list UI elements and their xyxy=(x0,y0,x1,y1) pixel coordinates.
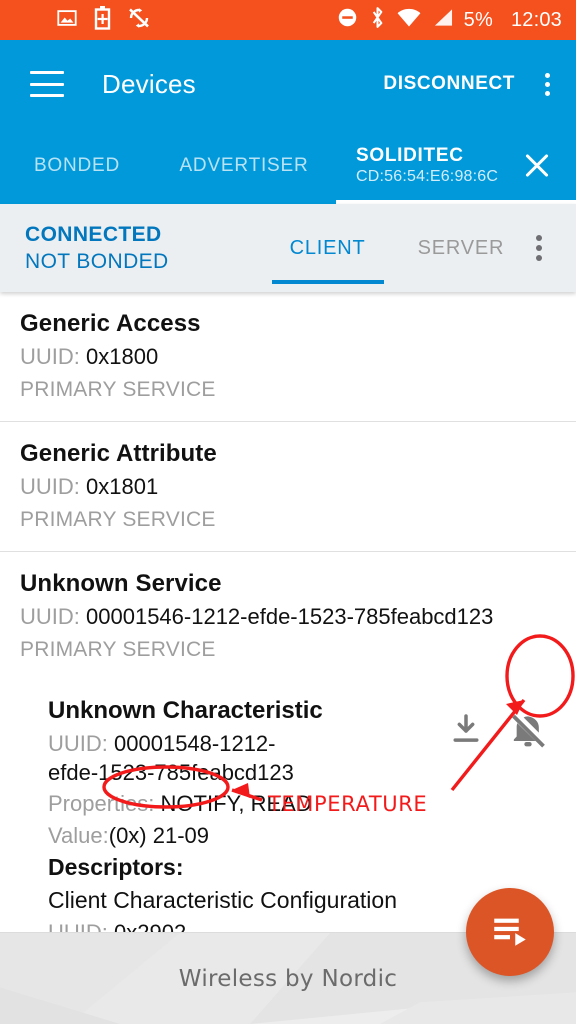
characteristic-properties-row: Properties: NOTIFY, READ xyxy=(48,789,446,818)
close-icon[interactable] xyxy=(520,149,554,183)
kebab-menu-icon[interactable] xyxy=(545,72,550,96)
tab-client[interactable]: CLIENT xyxy=(264,204,392,292)
uuid-value: 0x1801 xyxy=(86,474,159,500)
screenshot-icon xyxy=(56,7,78,34)
footer-text: Wireless by Nordic xyxy=(178,965,398,992)
descriptors-label: Descriptors: xyxy=(48,853,184,880)
descriptor-uuid-row: UUID: 0x2902 xyxy=(48,918,504,932)
status-bar: 5% 12:03 xyxy=(0,0,576,40)
descriptor-name: Client Characteristic Configuration xyxy=(48,886,397,913)
download-icon[interactable] xyxy=(446,711,486,751)
tab-device-soliditec[interactable]: SOLIDITEC CD:56:54:E6:98:6C xyxy=(334,128,576,204)
service-name: Unknown Service xyxy=(20,570,222,598)
characteristic-value-row: Value:(0x) 21-09 xyxy=(48,821,446,850)
page-title: Devices xyxy=(102,68,196,99)
app-bar: Devices DISCONNECT xyxy=(0,40,576,128)
connection-status-bar: CONNECTED NOT BONDED CLIENT SERVER xyxy=(0,204,576,292)
playlist-play-fab[interactable] xyxy=(466,888,554,976)
service-type: PRIMARY SERVICE xyxy=(20,637,216,661)
tab-device-name: SOLIDITEC xyxy=(356,144,464,166)
service-item-generic-access[interactable]: Generic Access UUID: 0x1800 PRIMARY SERV… xyxy=(0,292,576,423)
disconnect-button[interactable]: DISCONNECT xyxy=(383,73,515,95)
service-item-generic-attribute[interactable]: Generic Attribute UUID: 0x1801 PRIMARY S… xyxy=(0,422,576,553)
hamburger-icon[interactable] xyxy=(30,71,64,97)
value-label: Value: xyxy=(48,822,109,848)
characteristic-uuid-row: UUID: 00001548-1212- efde-1523-785feabcd… xyxy=(48,729,378,788)
bond-state-label: NOT BONDED xyxy=(25,250,169,273)
device-tab-bar: BONDED ADVERTISER SOLIDITEC CD:56:54:E6:… xyxy=(0,128,576,204)
uuid-value-line2: efde-1523-785feabcd123 xyxy=(48,760,294,786)
wifi-icon xyxy=(397,8,421,32)
service-uuid-row: UUID: 00001546-1212-efde-1523-785feabcd1… xyxy=(20,603,556,632)
service-type: PRIMARY SERVICE xyxy=(20,507,216,531)
service-uuid-row: UUID: 0x1801 xyxy=(20,473,556,502)
connection-state-label: CONNECTED xyxy=(25,222,162,246)
uuid-label: UUID: xyxy=(20,344,80,370)
notifications-off-icon[interactable] xyxy=(508,711,548,751)
sync-disabled-icon xyxy=(127,7,151,34)
playlist-play-icon xyxy=(489,909,531,956)
properties-value: NOTIFY, READ xyxy=(160,791,312,817)
characteristic-actions xyxy=(446,695,556,751)
uuid-value: 00001546-1212-efde-1523-785feabcd123 xyxy=(86,604,494,630)
characteristic-name: Unknown Characteristic xyxy=(48,697,323,725)
client-server-tabs: CLIENT SERVER xyxy=(264,204,531,292)
uuid-label: UUID: xyxy=(20,604,80,630)
tab-device-address: CD:56:54:E6:98:6C xyxy=(356,168,499,186)
tab-server[interactable]: SERVER xyxy=(392,204,531,292)
service-name: Generic Attribute xyxy=(20,440,217,468)
status-bar-right-icons: 5% 12:03 xyxy=(337,6,562,34)
characteristic-value: (0x) 21-09 xyxy=(108,822,210,848)
cellular-signal-icon xyxy=(432,8,453,32)
properties-label: Properties: xyxy=(48,791,155,817)
connection-kebab-menu-icon[interactable] xyxy=(536,235,542,261)
status-bar-left-icons xyxy=(14,5,151,35)
do-not-disturb-icon xyxy=(337,7,358,33)
service-name: Generic Access xyxy=(20,310,201,337)
uuid-value: 0x1800 xyxy=(86,344,159,370)
uuid-value-line1: 00001548-1212- xyxy=(114,730,276,756)
clock: 12:03 xyxy=(510,8,562,31)
uuid-label: UUID: xyxy=(20,474,80,500)
uuid-label: UUID: xyxy=(48,920,108,932)
app-screen: 5% 12:03 Devices DISCONNECT BONDED ADVER… xyxy=(0,0,576,1024)
services-list[interactable]: Generic Access UUID: 0x1800 PRIMARY SERV… xyxy=(0,292,576,932)
battery-saver-icon xyxy=(94,5,111,35)
tab-advertiser[interactable]: ADVERTISER xyxy=(154,128,334,204)
battery-percent: 5% xyxy=(463,8,493,31)
connection-state: CONNECTED NOT BONDED xyxy=(20,221,169,276)
service-uuid-row: UUID: 0x1800 xyxy=(20,343,556,372)
uuid-value: 0x2902 xyxy=(114,920,186,932)
uuid-label: UUID: xyxy=(48,730,108,756)
bluetooth-icon xyxy=(369,6,386,34)
service-item-unknown-service[interactable]: Unknown Service UUID: 00001546-1212-efde… xyxy=(0,552,576,681)
service-type: PRIMARY SERVICE xyxy=(20,377,216,401)
tab-bonded[interactable]: BONDED xyxy=(0,128,154,204)
